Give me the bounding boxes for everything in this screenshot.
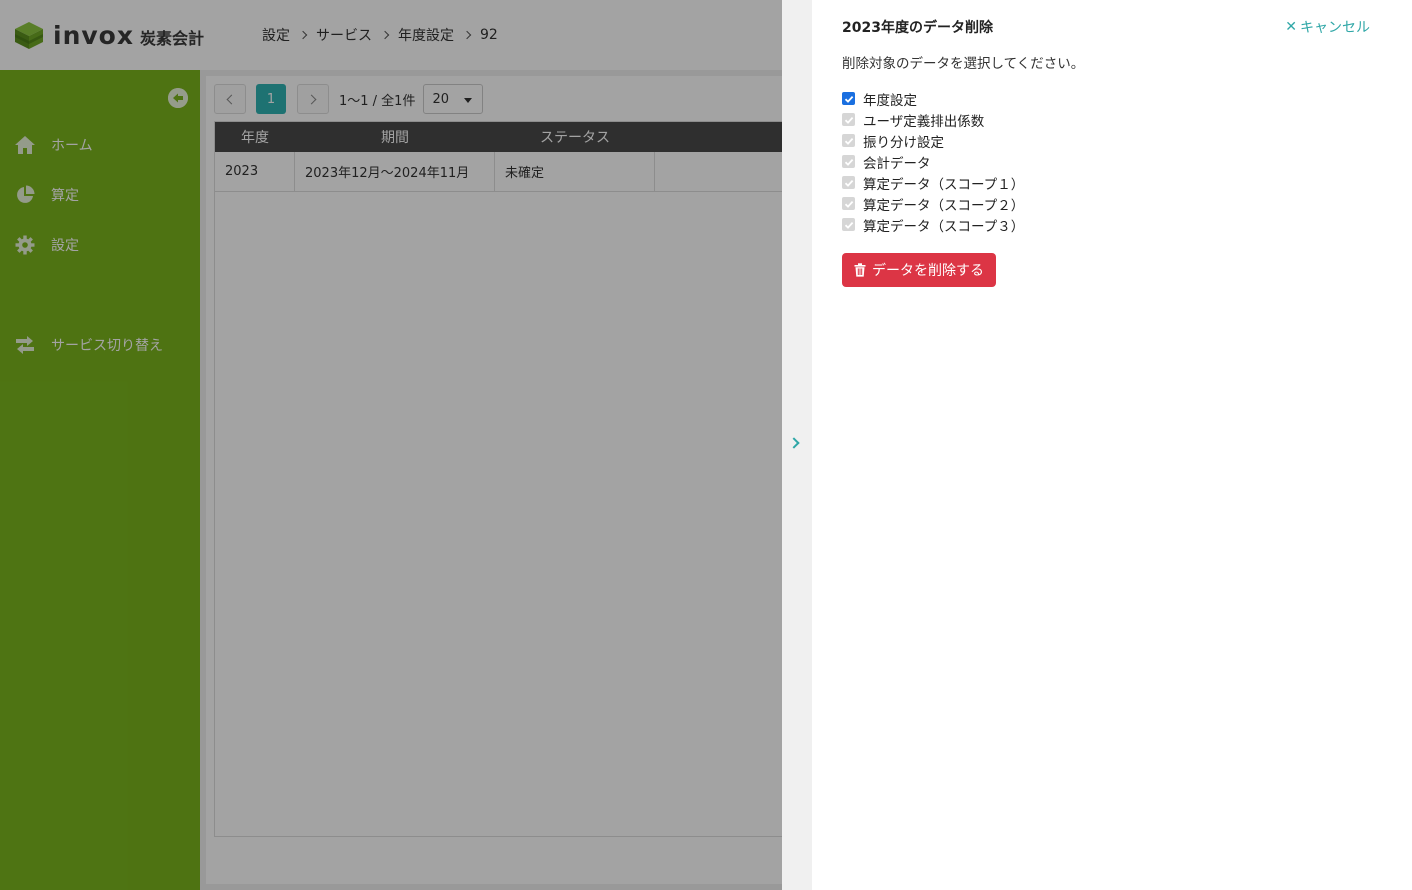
drawer-description: 削除対象のデータを選択してください。 [842, 56, 1085, 72]
option-label: ユーザ定義排出係数 [863, 113, 985, 130]
trash-icon [854, 263, 866, 277]
option-scope1-data: 算定データ（スコープ１） [842, 172, 1024, 193]
drawer-toggle-edge[interactable] [782, 0, 812, 890]
option-label: 振り分け設定 [863, 134, 944, 151]
option-user-emission-factors: ユーザ定義排出係数 [842, 109, 1024, 130]
check-icon [844, 137, 853, 145]
check-icon [844, 158, 853, 166]
option-scope2-data: 算定データ（スコープ２） [842, 193, 1024, 214]
delete-data-button[interactable]: データを削除する [842, 253, 996, 287]
option-label: 算定データ（スコープ１） [863, 176, 1025, 193]
delete-data-drawer: 2023年度のデータ削除 ✕ キャンセル 削除対象のデータを選択してください。 … [812, 0, 1412, 890]
cancel-label: キャンセル [1300, 20, 1370, 36]
option-allocation-settings: 振り分け設定 [842, 130, 1024, 151]
option-label: 算定データ（スコープ２） [863, 197, 1025, 214]
modal-backdrop[interactable] [0, 0, 782, 890]
check-icon [844, 179, 853, 187]
check-icon [844, 200, 853, 208]
check-icon [844, 116, 853, 124]
check-icon [844, 95, 853, 103]
check-icon [844, 221, 853, 229]
cancel-button[interactable]: ✕ キャンセル [1285, 17, 1370, 37]
chevron-right-icon [788, 437, 800, 449]
option-label: 年度設定 [863, 92, 917, 109]
delete-target-list: 年度設定 ユーザ定義排出係数 振り分け設定 会計データ 算定データ（スコープ１） [842, 88, 1024, 235]
checkbox-checked[interactable] [842, 92, 855, 105]
delete-button-label: データを削除する [872, 263, 984, 279]
option-label: 算定データ（スコープ３） [863, 218, 1025, 235]
checkbox-disabled [842, 176, 855, 189]
checkbox-disabled [842, 113, 855, 126]
checkbox-disabled [842, 155, 855, 168]
option-fiscal-year-settings[interactable]: 年度設定 [842, 88, 1024, 109]
option-accounting-data: 会計データ [842, 151, 1024, 172]
drawer-title: 2023年度のデータ削除 [842, 20, 993, 36]
close-icon: ✕ [1285, 19, 1297, 35]
option-scope3-data: 算定データ（スコープ３） [842, 214, 1024, 235]
checkbox-disabled [842, 134, 855, 147]
option-label: 会計データ [863, 155, 931, 172]
checkbox-disabled [842, 197, 855, 210]
checkbox-disabled [842, 218, 855, 231]
